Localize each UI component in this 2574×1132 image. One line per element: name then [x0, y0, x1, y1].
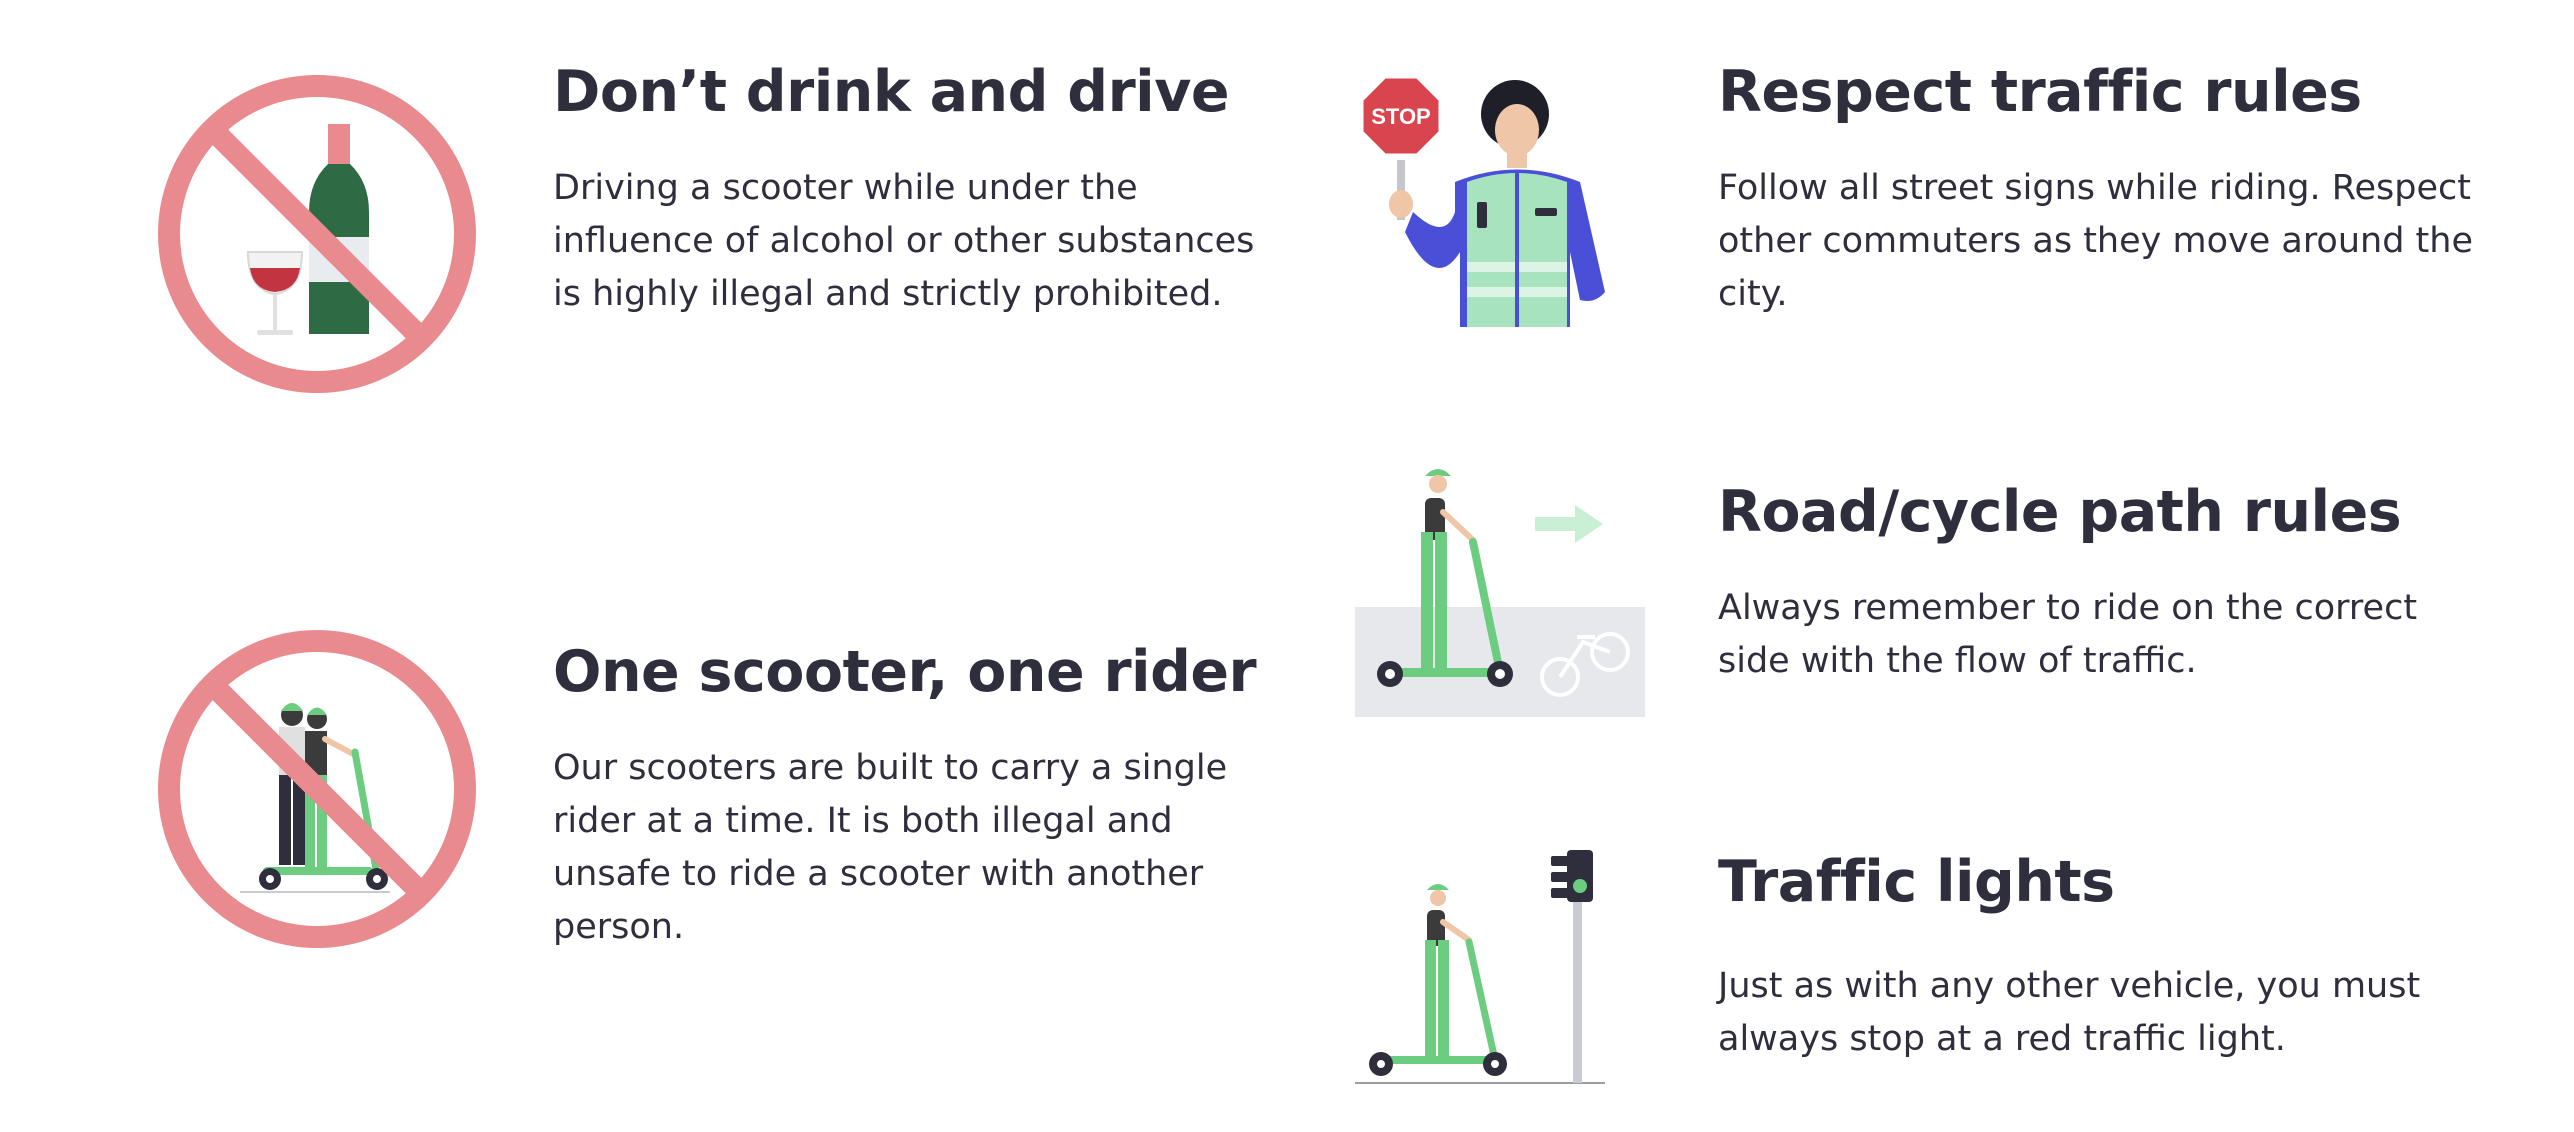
rule-traffic-lights: Traffic lights Just as with any other ve…	[1718, 849, 2518, 1066]
rule-traffic-rules: Respect traffic rules Follow all street …	[1718, 59, 2478, 321]
traffic-officer-stop-sign-icon: STOP	[1355, 72, 1620, 327]
rule-title: Don’t drink and drive	[553, 59, 1230, 125]
rule-one-rider: One scooter, one rider Our scooters are …	[553, 639, 1273, 954]
rule-cycle-path: Road/cycle path rules Always remember to…	[1718, 479, 2478, 688]
rule-description: Always remember to ride on the correct s…	[1718, 587, 2418, 681]
rule-no-drink-drive: Don’t drink and drive Driving a scooter …	[553, 59, 1273, 321]
rule-title: Road/cycle path rules	[1718, 479, 2402, 545]
stop-sign-text: STOP	[1371, 104, 1431, 129]
rule-description: Driving a scooter while under the influe…	[553, 167, 1255, 314]
no-alcohol-icon	[155, 72, 480, 397]
traffic-light-rider-icon	[1355, 848, 1625, 1088]
rule-title: Traffic lights	[1718, 849, 2115, 915]
cycle-path-rider-icon	[1355, 462, 1645, 717]
rule-description: Our scooters are built to carry a single…	[553, 747, 1228, 947]
rule-title: Respect traffic rules	[1718, 59, 2362, 125]
no-passenger-icon	[155, 627, 480, 952]
rule-description: Follow all street signs while riding. Re…	[1718, 167, 2473, 314]
rule-title: One scooter, one rider	[553, 639, 1257, 705]
rule-description: Just as with any other vehicle, you must…	[1718, 965, 2421, 1059]
